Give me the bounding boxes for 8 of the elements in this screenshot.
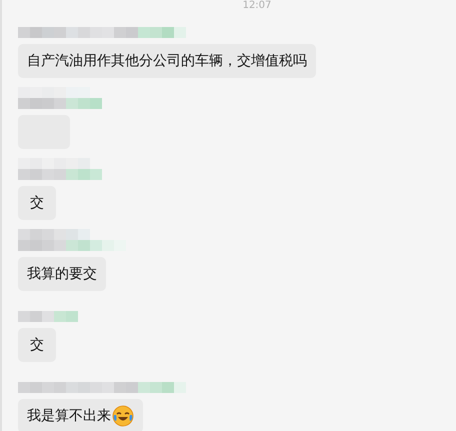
- message-bubble: 自产汽油用作其他分公司的车辆，交增值税吗: [18, 44, 316, 78]
- laughing-face-icon: [112, 405, 134, 427]
- message-bubble: 我是算不出来: [18, 399, 143, 431]
- message-time: 12:07: [242, 0, 272, 12]
- message-bubble: 交: [18, 186, 56, 220]
- message-bubble: 我算的要交: [18, 257, 106, 291]
- blurred-name-drawing: [18, 311, 78, 322]
- message-bubble: 交: [18, 328, 56, 362]
